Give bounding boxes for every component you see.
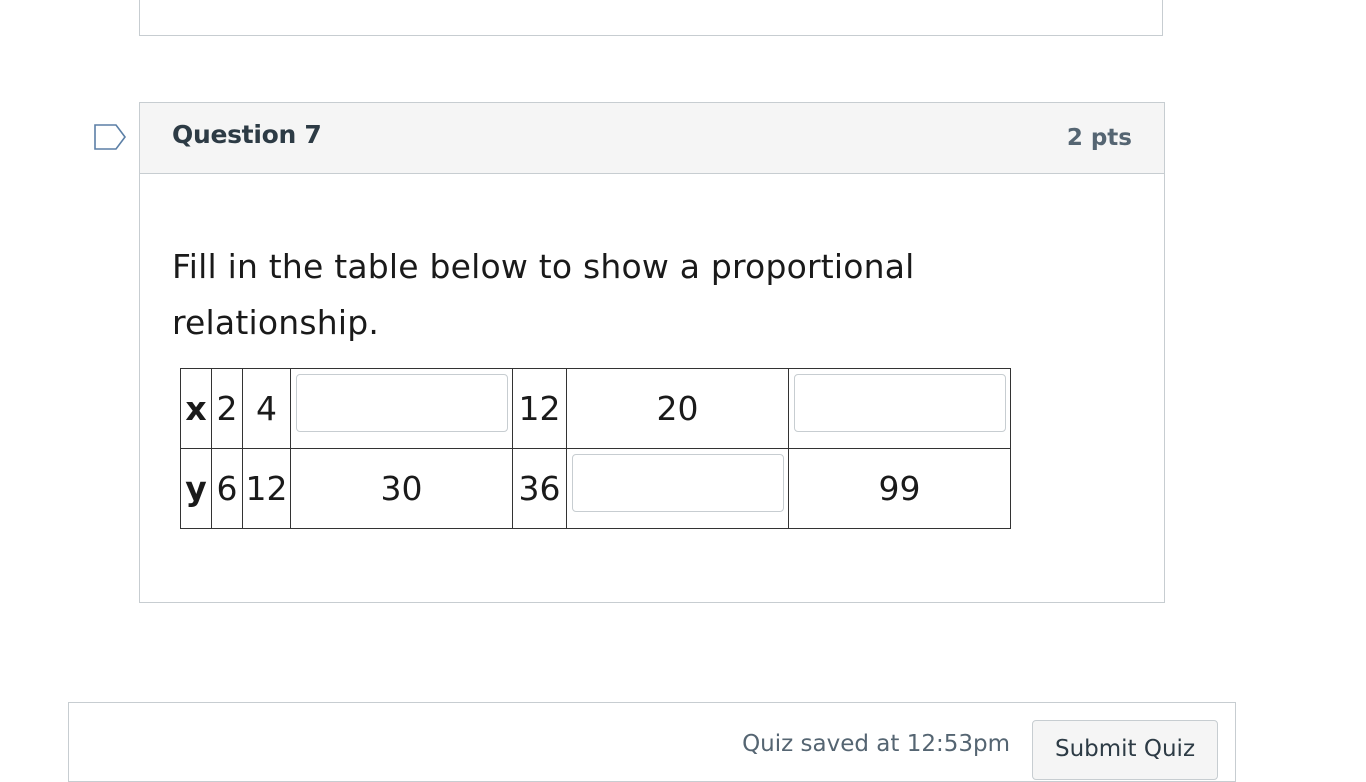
table-cell: 6 xyxy=(211,448,243,529)
table-cell-input xyxy=(788,368,1011,449)
question-header: Question 7 2 pts xyxy=(140,103,1164,174)
table-cell: 20 xyxy=(566,368,789,449)
table-cell: 2 xyxy=(211,368,243,449)
table-cell: 36 xyxy=(512,448,567,529)
row-label-y: y xyxy=(180,448,212,529)
quiz-saved-status: Quiz saved at 12:53pm xyxy=(742,731,1010,757)
proportion-table: x 2 4 12 20 y 6 12 30 36 99 xyxy=(180,368,1011,529)
answer-input-y5[interactable] xyxy=(571,453,784,512)
table-cell: 12 xyxy=(242,448,291,529)
table-cell: 4 xyxy=(242,368,291,449)
question-text: Fill in the table below to show a propor… xyxy=(172,247,915,342)
question-card: Question 7 2 pts Fill in the table below… xyxy=(139,102,1165,603)
table-cell: 30 xyxy=(290,448,513,529)
table-cell-input xyxy=(290,368,513,449)
flag-outline-icon xyxy=(94,124,126,150)
question-points: 2 pts xyxy=(1066,125,1132,151)
table-cell: 99 xyxy=(788,448,1011,529)
table-cell-input xyxy=(566,448,789,529)
quiz-footer: Quiz saved at 12:53pm Submit Quiz xyxy=(68,702,1236,782)
submit-quiz-button[interactable]: Submit Quiz xyxy=(1032,720,1218,780)
row-label-x: x xyxy=(180,368,212,449)
answer-input-x3[interactable] xyxy=(295,373,508,432)
previous-question-card xyxy=(139,0,1163,36)
table-cell: 12 xyxy=(512,368,567,449)
table-row-x: x 2 4 12 20 xyxy=(180,368,1011,449)
answer-input-x6[interactable] xyxy=(793,373,1006,432)
table-row-y: y 6 12 30 36 99 xyxy=(180,448,1011,529)
flag-question-button[interactable] xyxy=(94,124,126,150)
question-title: Question 7 xyxy=(172,120,322,149)
